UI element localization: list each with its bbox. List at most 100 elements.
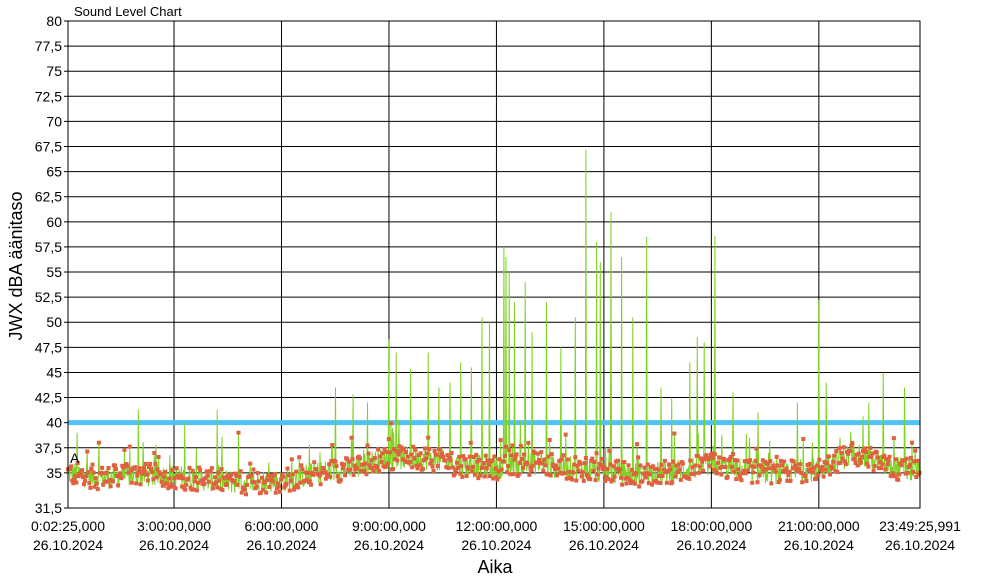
data-point bbox=[455, 460, 459, 465]
data-point bbox=[186, 476, 191, 481]
data-point bbox=[891, 436, 896, 441]
data-point bbox=[539, 450, 544, 455]
data-point bbox=[74, 480, 79, 485]
data-point bbox=[710, 456, 715, 460]
data-point bbox=[83, 478, 88, 483]
data-point bbox=[803, 474, 808, 479]
data-point bbox=[490, 458, 495, 463]
data-point bbox=[236, 430, 241, 435]
data-point bbox=[174, 466, 179, 471]
data-point bbox=[547, 438, 552, 442]
data-point bbox=[245, 482, 249, 487]
data-point bbox=[205, 473, 210, 478]
data-point bbox=[887, 454, 892, 459]
data-point bbox=[468, 440, 473, 445]
data-point bbox=[612, 474, 617, 479]
data-point bbox=[418, 451, 423, 456]
data-point bbox=[511, 472, 516, 477]
data-point bbox=[156, 455, 161, 459]
data-point bbox=[549, 452, 554, 457]
data-point bbox=[213, 475, 218, 480]
y-tick-label: 70 bbox=[46, 113, 62, 129]
data-point bbox=[656, 467, 661, 472]
data-point bbox=[449, 451, 454, 455]
data-point bbox=[520, 457, 524, 461]
data-point bbox=[284, 482, 289, 486]
data-point bbox=[388, 421, 393, 426]
data-point bbox=[518, 443, 523, 448]
data-point bbox=[576, 468, 581, 473]
data-point bbox=[904, 456, 909, 461]
data-point bbox=[529, 468, 534, 473]
y-tick-label: 40 bbox=[46, 415, 62, 431]
y-tick-label: 80 bbox=[46, 13, 62, 29]
data-point bbox=[660, 474, 665, 478]
data-point bbox=[507, 448, 512, 453]
data-point bbox=[314, 467, 319, 472]
data-point bbox=[273, 490, 278, 495]
data-point bbox=[871, 468, 876, 473]
data-point bbox=[591, 468, 596, 473]
data-point bbox=[717, 455, 722, 460]
data-point bbox=[800, 480, 805, 485]
data-point bbox=[582, 461, 587, 466]
data-point bbox=[668, 467, 673, 472]
data-point bbox=[719, 472, 724, 477]
data-point bbox=[635, 442, 640, 447]
data-point bbox=[181, 476, 186, 481]
data-point bbox=[848, 448, 853, 453]
data-point bbox=[913, 448, 918, 453]
data-point bbox=[85, 449, 90, 454]
data-point bbox=[542, 457, 547, 462]
data-point bbox=[183, 487, 188, 492]
data-point bbox=[570, 477, 575, 482]
data-point bbox=[118, 471, 123, 476]
data-point bbox=[595, 472, 600, 477]
x-tick-label-date: 26.10.2024 bbox=[569, 537, 639, 553]
data-point bbox=[287, 488, 292, 493]
data-point bbox=[145, 478, 150, 483]
data-point bbox=[492, 454, 497, 459]
data-point bbox=[526, 440, 531, 445]
data-point bbox=[501, 459, 506, 464]
data-point bbox=[843, 462, 848, 467]
data-point bbox=[343, 473, 348, 478]
data-point bbox=[886, 458, 891, 463]
data-point bbox=[664, 480, 669, 485]
data-point bbox=[334, 464, 339, 469]
data-point bbox=[248, 461, 253, 466]
data-point bbox=[395, 458, 400, 463]
data-point bbox=[521, 465, 525, 470]
data-point bbox=[688, 458, 693, 463]
data-point bbox=[561, 453, 566, 458]
data-point bbox=[667, 462, 671, 467]
data-point bbox=[457, 454, 462, 459]
data-point bbox=[574, 478, 579, 483]
data-point bbox=[116, 483, 121, 488]
data-point bbox=[605, 466, 610, 471]
data-point bbox=[385, 461, 390, 466]
data-point bbox=[412, 456, 417, 461]
data-point bbox=[254, 484, 259, 489]
data-point bbox=[409, 452, 414, 457]
data-point bbox=[852, 456, 857, 461]
data-point bbox=[104, 470, 109, 475]
data-point bbox=[525, 461, 530, 466]
data-point bbox=[607, 448, 612, 453]
x-tick-label-time: 6:00:00,000 bbox=[245, 518, 319, 534]
marker-label-a: A bbox=[70, 450, 80, 466]
data-point bbox=[366, 451, 371, 456]
data-point bbox=[464, 474, 469, 478]
data-point bbox=[859, 454, 864, 459]
data-point bbox=[583, 456, 588, 460]
data-point bbox=[915, 458, 920, 463]
data-point bbox=[108, 484, 113, 489]
data-point bbox=[294, 469, 299, 474]
data-point bbox=[573, 455, 578, 460]
data-point bbox=[235, 482, 240, 487]
data-point bbox=[819, 468, 824, 473]
data-point bbox=[692, 471, 697, 476]
data-point bbox=[517, 461, 522, 465]
data-point bbox=[880, 462, 885, 467]
data-point bbox=[599, 456, 604, 461]
